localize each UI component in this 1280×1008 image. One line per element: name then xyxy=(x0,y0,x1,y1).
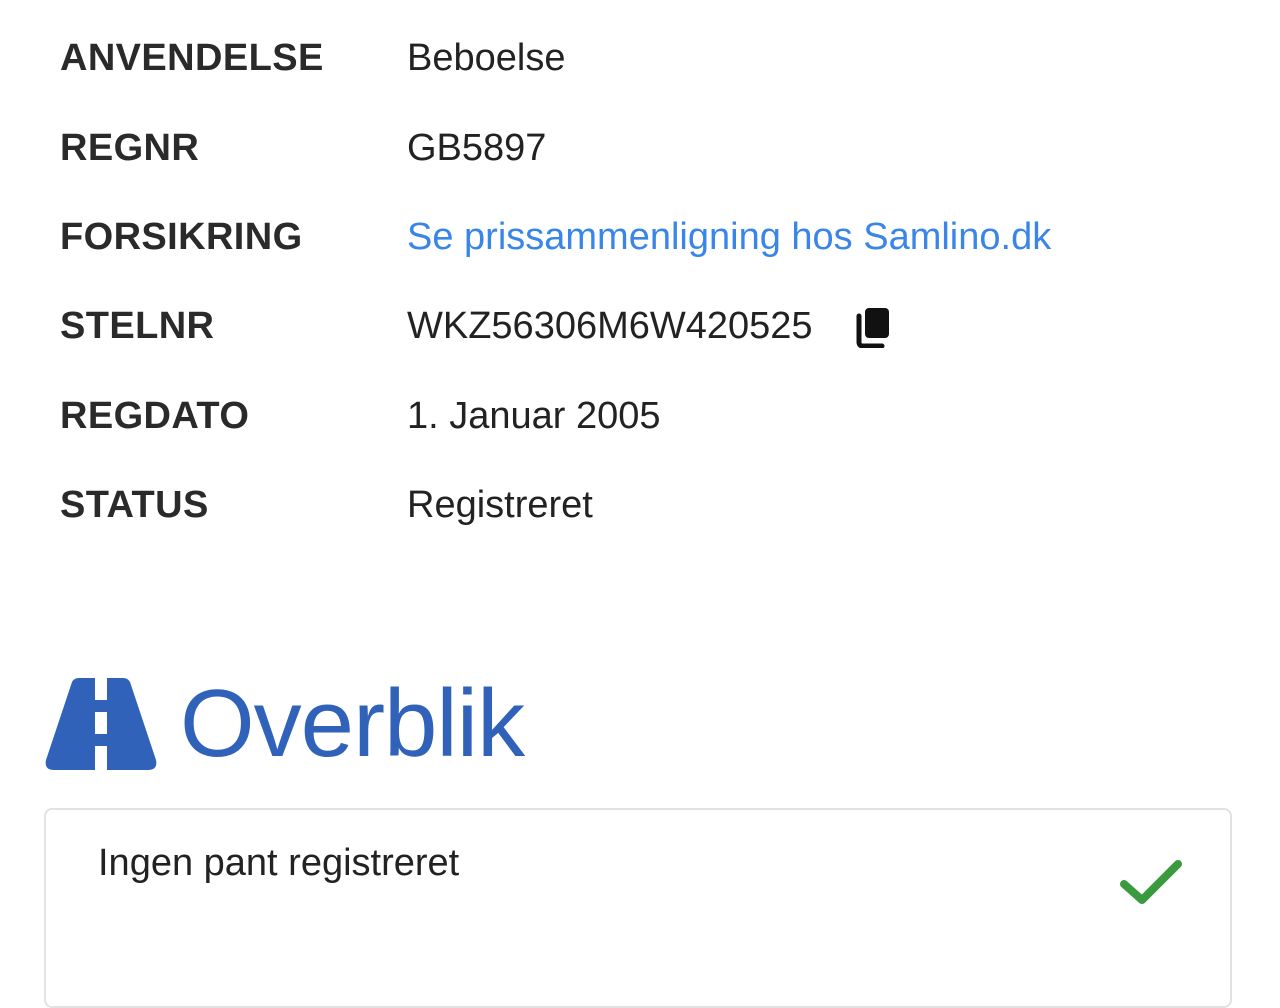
detail-row-stelnr: STELNR WKZ56306M6W420525 xyxy=(60,282,1220,371)
detail-row-anvendelse: ANVENDELSE Beboelse xyxy=(60,14,1220,103)
copy-icon[interactable] xyxy=(853,305,893,349)
overview-title: Overblik xyxy=(180,670,525,777)
detail-row-regnr: REGNR GB5897 xyxy=(60,103,1220,192)
detail-row-status: STATUS Registreret xyxy=(60,461,1220,550)
insurance-comparison-link[interactable]: Se prissammenligning hos Samlino.dk xyxy=(407,216,1051,259)
detail-label: REGDATO xyxy=(60,394,250,437)
detail-row-forsikring: FORSIKRING Se prissammenligning hos Saml… xyxy=(60,193,1220,282)
detail-label: STELNR xyxy=(60,305,215,348)
detail-value-container: WKZ56306M6W420525 xyxy=(407,305,893,349)
detail-label: FORSIKRING xyxy=(60,215,303,258)
copy-icon-graphic xyxy=(856,307,889,348)
detail-value: GB5897 xyxy=(407,126,547,169)
check-icon xyxy=(1118,856,1184,908)
lien-status-text: Ingen pant registreret xyxy=(98,842,460,884)
detail-row-regdato: REGDATO 1. Januar 2005 xyxy=(60,372,1220,461)
overview-heading: Overblik xyxy=(44,670,525,777)
detail-label: STATUS xyxy=(60,484,209,527)
detail-value: 1. Januar 2005 xyxy=(407,394,661,437)
vehicle-details: ANVENDELSE Beboelse REGNR GB5897 FORSIKR… xyxy=(60,14,1220,550)
road-icon xyxy=(44,676,158,772)
detail-value: Beboelse xyxy=(407,37,566,80)
detail-value: WKZ56306M6W420525 xyxy=(407,305,813,348)
detail-value: Registreret xyxy=(407,484,593,527)
detail-label: REGNR xyxy=(60,126,200,169)
detail-label: ANVENDELSE xyxy=(60,37,324,80)
lien-status-card: Ingen pant registreret xyxy=(44,808,1232,1008)
